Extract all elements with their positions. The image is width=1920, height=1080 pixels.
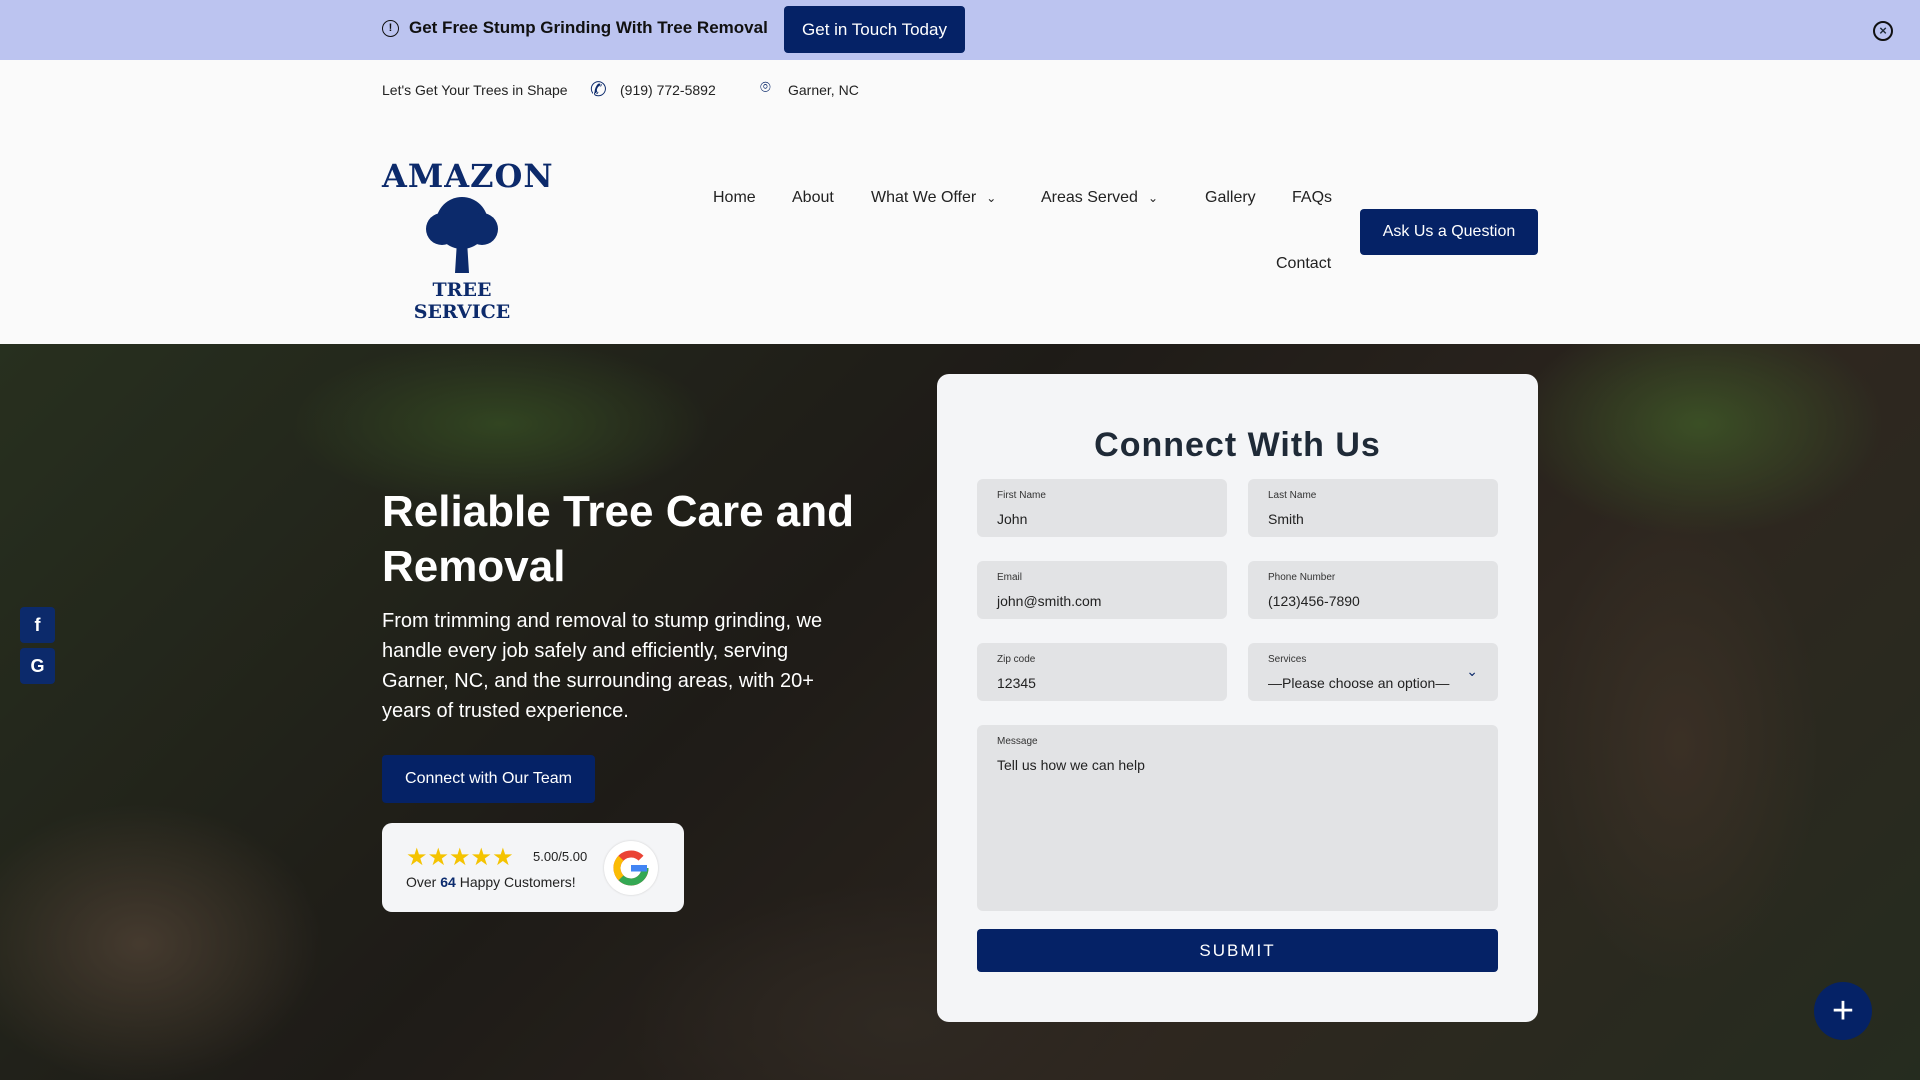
announcement-bar: ! Get Free Stump Grinding With Tree Remo…	[0, 0, 1920, 60]
services-select[interactable]: Services —Please choose an option— ⌄	[1248, 643, 1498, 701]
field-value: 12345	[997, 675, 1036, 691]
nav-gallery[interactable]: Gallery	[1205, 189, 1256, 207]
zip-field[interactable]: Zip code 12345	[977, 643, 1227, 701]
count-number: 64	[440, 874, 456, 890]
announcement: ! Get Free Stump Grinding With Tree Remo…	[382, 18, 768, 38]
field-label: Zip code	[997, 654, 1036, 665]
field-value: john@smith.com	[997, 593, 1102, 609]
nav-areas-served[interactable]: Areas Served ⌄	[1041, 189, 1158, 207]
nav-home[interactable]: Home	[713, 189, 756, 207]
field-value: (123)456-7890	[1268, 593, 1360, 609]
phone-icon: ✆	[590, 79, 607, 101]
nav-faqs[interactable]: FAQs	[1292, 189, 1332, 207]
phone-link[interactable]: (919) 772-5892	[620, 82, 716, 98]
field-label: Phone Number	[1268, 572, 1336, 583]
facebook-icon[interactable]: f	[20, 607, 55, 643]
count-suffix: Happy Customers!	[459, 874, 576, 890]
get-in-touch-button[interactable]: Get in Touch Today	[784, 6, 965, 53]
close-icon[interactable]: ×	[1873, 21, 1893, 41]
plus-icon[interactable]: +	[1814, 982, 1872, 1040]
nav-label: What We Offer	[871, 189, 977, 206]
review-badge[interactable]: ★★★★★ 5.00/5.00 Over 64 Happy Customers!	[382, 823, 684, 912]
customer-count: Over 64 Happy Customers!	[406, 874, 576, 890]
phone-field[interactable]: Phone Number (123)456-7890	[1248, 561, 1498, 619]
nav-about[interactable]: About	[792, 189, 834, 207]
first-name-field[interactable]: First Name John	[977, 479, 1227, 537]
count-prefix: Over	[406, 874, 437, 890]
hero-text: From trimming and removal to stump grind…	[382, 610, 823, 722]
field-label: Email	[997, 572, 1023, 583]
logo-bottom-text: TREE SERVICE	[413, 279, 511, 323]
google-icon[interactable]: G	[20, 648, 55, 684]
message-textarea[interactable]: Message Tell us how we can help	[977, 725, 1498, 911]
location-pin-icon: ⌾	[760, 77, 771, 97]
field-label: First Name	[997, 490, 1046, 501]
nav-label: Areas Served	[1041, 189, 1138, 206]
field-label: Last Name	[1268, 490, 1317, 501]
submit-button[interactable]: SUBMIT	[977, 929, 1498, 972]
hero-title: Reliable Tree Care and Removal	[382, 487, 854, 591]
tree-icon	[426, 197, 498, 273]
chevron-down-icon: ⌄	[1466, 663, 1478, 679]
field-value: —Please choose an option—	[1268, 675, 1450, 691]
field-label: Message	[997, 736, 1038, 747]
contact-form: Connect With Us First Name John Last Name…	[937, 374, 1538, 1022]
info-bar: Let's Get Your Trees in Shape ✆ (919) 77…	[0, 60, 1920, 120]
info-icon: !	[382, 19, 399, 37]
chevron-down-icon: ⌄	[986, 191, 997, 205]
logo[interactable]: AMAZON TREE SERVICE	[382, 153, 554, 323]
google-logo-icon	[604, 841, 658, 895]
email-field[interactable]: Email john@smith.com	[977, 561, 1227, 619]
field-label: Services	[1268, 654, 1307, 665]
field-value: John	[997, 511, 1028, 527]
tagline: Let's Get Your Trees in Shape	[382, 82, 568, 98]
rating-score: 5.00/5.00	[533, 849, 588, 864]
field-value: Smith	[1268, 511, 1304, 527]
announcement-text: Get Free Stump Grinding With Tree Remova…	[409, 18, 768, 37]
connect-team-button[interactable]: Connect with Our Team	[382, 755, 595, 803]
field-value: Tell us how we can help	[997, 757, 1145, 773]
logo-top-text: AMAZON	[382, 157, 554, 195]
star-rating: ★★★★★	[406, 844, 514, 871]
chevron-down-icon: ⌄	[1147, 191, 1158, 205]
last-name-field[interactable]: Last Name Smith	[1248, 479, 1498, 537]
nav-what-we-offer[interactable]: What We Offer ⌄	[871, 189, 996, 207]
form-title: Connect With Us	[1094, 426, 1381, 464]
nav-contact[interactable]: Contact	[1276, 255, 1331, 273]
location-text: Garner, NC	[788, 82, 859, 98]
ask-question-button[interactable]: Ask Us a Question	[1360, 209, 1538, 255]
site-header	[0, 120, 1920, 344]
